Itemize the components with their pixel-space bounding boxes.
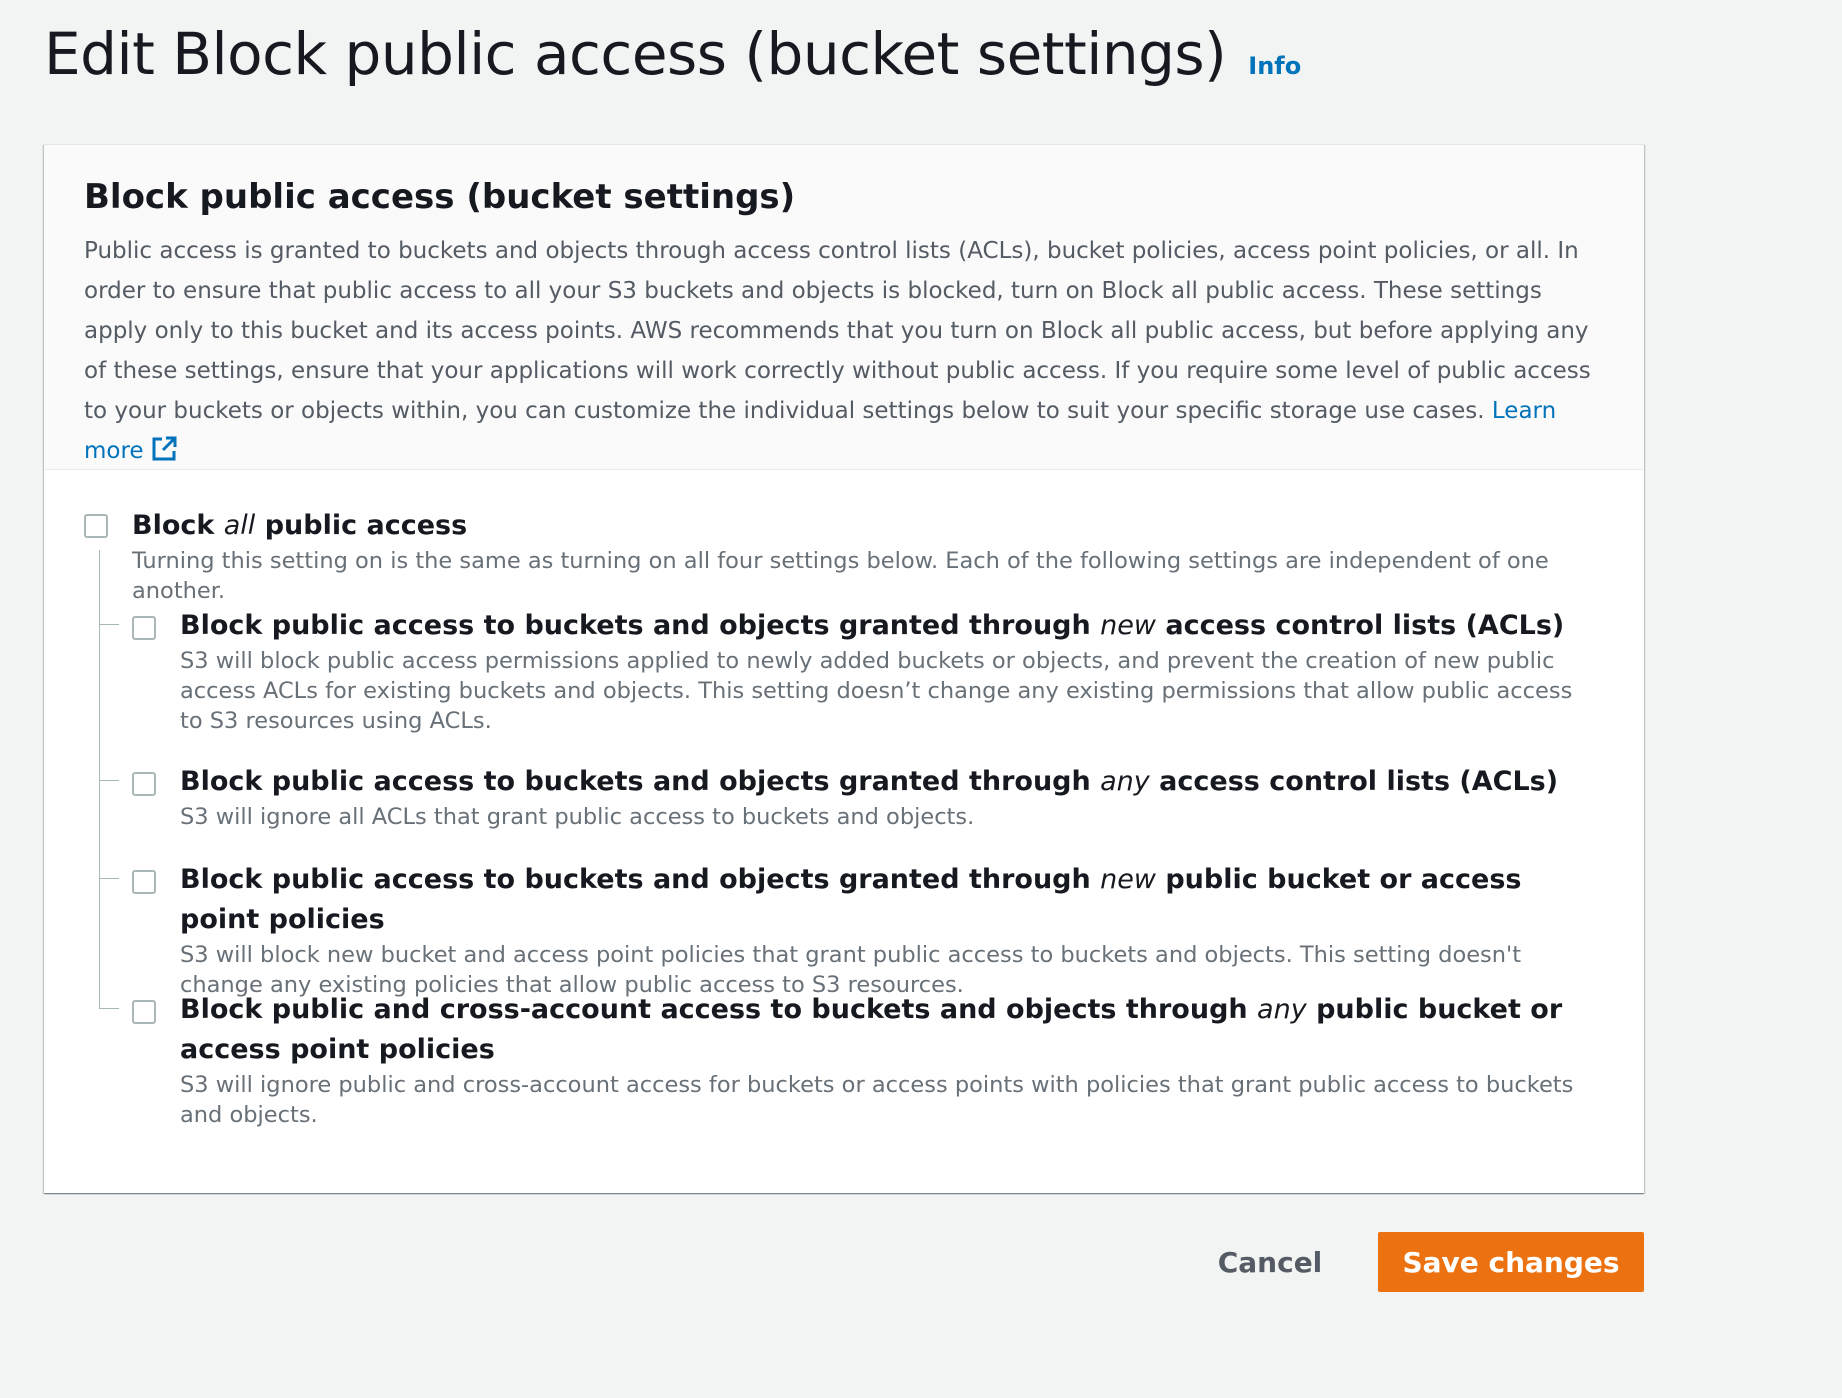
option-title-em: new [1100, 864, 1156, 895]
option-any-policies-text: Block public and cross-account access to… [180, 990, 1600, 1130]
option-title-post: access control lists (ACLs) [1149, 766, 1559, 797]
option-new-acls-checkbox[interactable] [132, 616, 156, 640]
block-all-title-post: public access [255, 510, 468, 541]
option-any-acls-checkbox[interactable] [132, 772, 156, 796]
option-new-acls-title: Block public access to buckets and objec… [180, 606, 1600, 646]
info-link[interactable]: Info [1248, 52, 1301, 80]
block-all-checkbox[interactable] [84, 514, 108, 538]
option-any-acls-text: Block public access to buckets and objec… [180, 762, 1600, 832]
option-title-pre: Block public access to buckets and objec… [180, 766, 1101, 797]
option-new-acls-description: S3 will block public access permissions … [180, 648, 1573, 734]
tree-connector-tick [99, 1008, 119, 1009]
option-new-policies-text: Block public access to buckets and objec… [180, 860, 1600, 1000]
block-all-description: Turning this setting on is the same as t… [132, 548, 1549, 604]
option-any-acls-title: Block public access to buckets and objec… [180, 762, 1600, 802]
option-title-pre: Block public access to buckets and objec… [180, 610, 1101, 641]
tree-connector-tick [99, 780, 119, 781]
panel-body: Block all public access Turning this set… [44, 470, 1644, 1128]
option-any-acls-description: S3 will ignore all ACLs that grant publi… [180, 804, 975, 830]
block-all-title: Block all public access [132, 506, 1602, 546]
tree-connector-tick [99, 624, 119, 625]
option-any-policies-title: Block public and cross-account access to… [180, 990, 1600, 1070]
block-all-title-em: all [223, 510, 256, 541]
option-new-acls-text: Block public access to buckets and objec… [180, 606, 1600, 736]
cancel-button[interactable]: Cancel [1200, 1232, 1340, 1292]
option-title-em: new [1100, 610, 1156, 641]
panel-description: Public access is granted to buckets and … [84, 231, 1604, 476]
panel-description-text: Public access is granted to buckets and … [84, 238, 1591, 424]
page-header: Edit Block public access (bucket setting… [44, 20, 1301, 88]
block-all-title-pre: Block [132, 510, 224, 541]
form-actions: Cancel Save changes [1200, 1232, 1644, 1292]
option-new-policies-checkbox[interactable] [132, 870, 156, 894]
option-title-pre: Block public and cross-account access to… [180, 994, 1258, 1025]
save-changes-button[interactable]: Save changes [1378, 1232, 1644, 1292]
option-any-policies-description: S3 will ignore public and cross-account … [180, 1072, 1574, 1128]
option-any-policies-checkbox[interactable] [132, 1000, 156, 1024]
option-title-post: access control lists (ACLs) [1155, 610, 1565, 641]
option-title-em: any [1100, 766, 1150, 797]
panel-header: Block public access (bucket settings) Pu… [44, 145, 1644, 470]
panel-title: Block public access (bucket settings) [84, 177, 796, 217]
block-all-text: Block all public access Turning this set… [132, 506, 1602, 606]
page-title: Edit Block public access (bucket setting… [44, 20, 1227, 88]
option-title-em: any [1257, 994, 1307, 1025]
tree-connector-tick [99, 878, 119, 879]
option-title-pre: Block public access to buckets and objec… [180, 864, 1101, 895]
option-new-policies-title: Block public access to buckets and objec… [180, 860, 1600, 940]
block-public-access-panel: Block public access (bucket settings) Pu… [44, 144, 1644, 1193]
